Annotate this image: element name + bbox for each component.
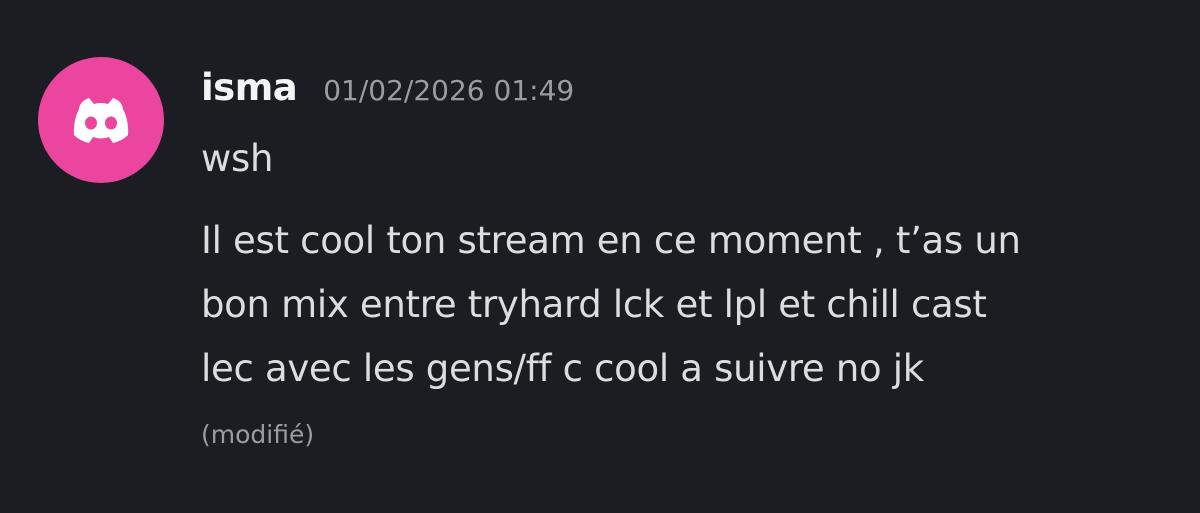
message-line: Il est cool ton stream en ce moment , t’…	[201, 219, 1021, 262]
timestamp: 01/02/2026 01:49	[323, 74, 575, 107]
edited-label: (modifié)	[201, 420, 315, 449]
avatar[interactable]	[38, 57, 164, 183]
message-header: isma 01/02/2026 01:49	[201, 66, 574, 109]
message-line: wsh	[201, 137, 274, 180]
message-line: lec avec les gens/ff c cool a suivre no …	[201, 347, 924, 390]
discord-logo-icon	[73, 98, 129, 143]
username[interactable]: isma	[201, 66, 298, 109]
chat-message: isma 01/02/2026 01:49 wsh Il est cool to…	[0, 0, 1200, 513]
message-line: bon mix entre tryhard lck et lpl et chil…	[201, 283, 987, 326]
